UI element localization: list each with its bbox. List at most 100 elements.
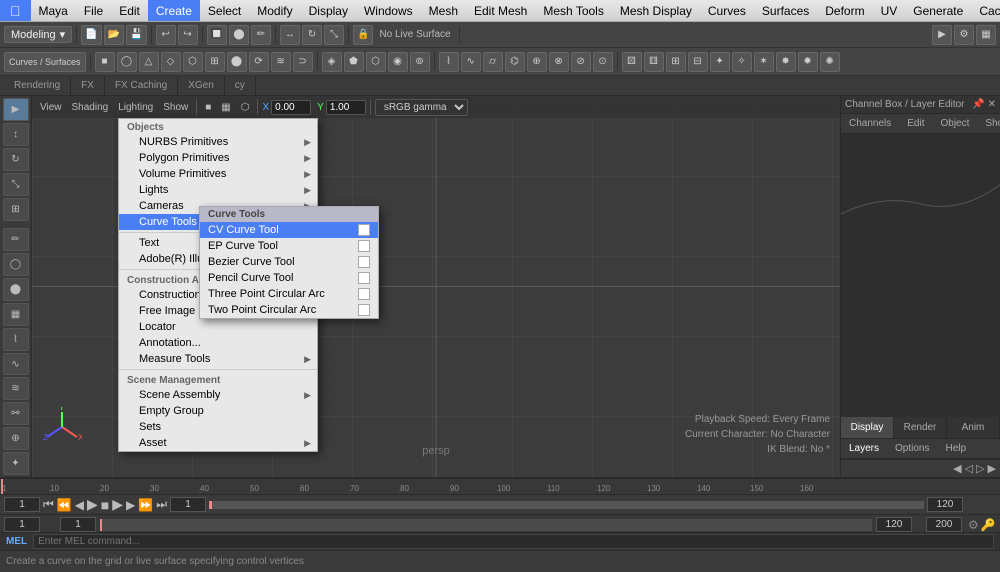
construction-plane-item[interactable]: Construction Plane (119, 287, 317, 303)
mesh-display-menu[interactable]: Mesh Display (612, 0, 700, 21)
vp-view-btn[interactable]: View (36, 102, 66, 113)
tab-cy[interactable]: cy (225, 76, 256, 95)
vp-cam-btn[interactable]: ■ (201, 102, 215, 113)
nurbs-btn-2[interactable]: ∿ (461, 52, 481, 72)
shape-btn-1[interactable]: ■ (95, 52, 115, 72)
vp-shading-btn[interactable]: Shading (68, 102, 113, 113)
tab-fx-caching[interactable]: FX Caching (105, 76, 178, 95)
current-frame-input[interactable] (4, 497, 40, 512)
curves-tab-btn[interactable]: Curves / Surfaces (4, 52, 86, 72)
lasso-btn[interactable]: ⬤ (229, 25, 249, 45)
help-subtab[interactable]: Help (937, 439, 974, 458)
range-end-input[interactable] (927, 497, 963, 512)
select-tool-btn[interactable]: ▶ (3, 98, 29, 121)
next-frame-btn[interactable]: ⏩ (138, 498, 153, 512)
polygon-primitives-item[interactable]: Polygon Primitives (119, 150, 317, 166)
anim-tab[interactable]: Anim (947, 417, 1000, 438)
nav-left2-icon[interactable]: ◁ (965, 462, 973, 475)
poly-btn-4[interactable]: ◉ (388, 52, 408, 72)
nav-right2-icon[interactable]: ▶ (988, 462, 996, 475)
locator-item[interactable]: Locator (119, 319, 317, 335)
generate-menu[interactable]: Generate (905, 0, 971, 21)
tab-fx[interactable]: FX (71, 76, 105, 95)
alt-end-input[interactable] (926, 517, 962, 532)
panel-close-icon[interactable]: ✕ (988, 99, 996, 110)
render-tab[interactable]: Render (894, 417, 947, 438)
extra-btn-9[interactable]: ✹ (798, 52, 818, 72)
redo-btn[interactable]: ↪ (178, 25, 198, 45)
shape-btn-10[interactable]: ⊃ (293, 52, 313, 72)
curve-tools-item[interactable]: Curve Tools (119, 214, 317, 230)
extra-btn-8[interactable]: ✸ (776, 52, 796, 72)
layout-btn[interactable]: ▦ (976, 25, 996, 45)
y-input[interactable] (326, 100, 366, 115)
tab-xgen[interactable]: XGen (178, 76, 225, 95)
text-item[interactable]: Text (119, 235, 317, 251)
free-image-plane-item[interactable]: Free Image Plane (119, 303, 317, 319)
mode-dropdown[interactable]: Modeling ▾ (4, 26, 72, 43)
scale-tool-btn[interactable]: ⤡ (3, 173, 29, 196)
frame-val-input[interactable] (4, 517, 40, 532)
tab-rendering[interactable]: Rendering (4, 76, 71, 95)
shape-btn-4[interactable]: ◇ (161, 52, 181, 72)
channels-tab[interactable]: Channels (841, 114, 899, 133)
tl-anim-icon[interactable]: 🔑 (981, 518, 996, 532)
nurbs-btn-1[interactable]: ⌇ (439, 52, 459, 72)
shape-btn-9[interactable]: ≋ (271, 52, 291, 72)
poly-btn-2[interactable]: ⬟ (344, 52, 364, 72)
sets-item[interactable]: Sets (119, 419, 317, 435)
deform-btn[interactable]: ⌇ (3, 328, 29, 351)
vp-cam3-btn[interactable]: ⬡ (237, 102, 254, 113)
nav-right-icon[interactable]: ▷ (976, 462, 984, 475)
blend-btn[interactable]: ≋ (3, 377, 29, 400)
volume-primitives-item[interactable]: Volume Primitives (119, 166, 317, 182)
apple-menu[interactable]:  (0, 0, 31, 21)
end-frame-input[interactable] (876, 517, 912, 532)
annotation-item[interactable]: Annotation... (119, 335, 317, 351)
cache-menu[interactable]: Cache (971, 0, 1000, 21)
lattice-btn[interactable]: ▦ (3, 303, 29, 326)
options-btn[interactable]: ⚙ (954, 25, 974, 45)
mesh-menu[interactable]: Mesh (421, 0, 466, 21)
vp-lighting-btn[interactable]: Lighting (114, 102, 157, 113)
display-tab[interactable]: Display (841, 417, 894, 438)
nurbs-btn-8[interactable]: ⊙ (593, 52, 613, 72)
extra-btn-1[interactable]: ⚄ (622, 52, 642, 72)
paint-select-btn[interactable]: ✏ (3, 228, 29, 251)
scale-btn[interactable]: ⤡ (324, 25, 344, 45)
lights-item[interactable]: Lights (119, 182, 317, 198)
extra-btn-7[interactable]: ✶ (754, 52, 774, 72)
next-key-btn[interactable]: ▶ (126, 498, 135, 512)
poly-btn-3[interactable]: ⬡ (366, 52, 386, 72)
uv-menu[interactable]: UV (873, 0, 906, 21)
move-btn[interactable]: ↔ (280, 25, 300, 45)
render-btn[interactable]: ▶ (932, 25, 952, 45)
edit-menu[interactable]: Edit (111, 0, 148, 21)
new-scene-btn[interactable]: 📄 (81, 25, 101, 45)
empty-group-item[interactable]: Empty Group (119, 403, 317, 419)
nurbs-btn-3[interactable]: ⌭ (483, 52, 503, 72)
shape-btn-5[interactable]: ⬡ (183, 52, 203, 72)
display-menu[interactable]: Display (301, 0, 356, 21)
vp-show-btn[interactable]: Show (159, 102, 192, 113)
extra-btn-4[interactable]: ⊟ (688, 52, 708, 72)
nurbs-btn-4[interactable]: ⌬ (505, 52, 525, 72)
extra-btn-5[interactable]: ✦ (710, 52, 730, 72)
nav-left-icon[interactable]: ◀ (953, 462, 961, 475)
prev-frame-btn[interactable]: ⏪ (57, 498, 72, 512)
key-input[interactable] (60, 517, 96, 532)
wrap-btn[interactable]: ⊕ (3, 427, 29, 450)
curves-menu[interactable]: Curves (700, 0, 754, 21)
nonlinear-btn[interactable]: ∿ (3, 353, 29, 376)
vp-cam2-btn[interactable]: ▦ (217, 102, 234, 113)
illustrator-item[interactable]: Adobe(R) Illustrator(R) Object... (119, 251, 317, 267)
prev-key-btn[interactable]: ◀ (75, 498, 84, 512)
snap-btn[interactable]: 🔒 (353, 25, 373, 45)
edit-mesh-menu[interactable]: Edit Mesh (466, 0, 535, 21)
nurbs-btn-5[interactable]: ⊕ (527, 52, 547, 72)
stop-btn[interactable]: ■ (101, 497, 109, 513)
maya-menu[interactable]: Maya (31, 0, 76, 21)
mesh-tools-menu[interactable]: Mesh Tools (535, 0, 611, 21)
wire-btn[interactable]: ⚯ (3, 402, 29, 425)
extra-btn-6[interactable]: ✧ (732, 52, 752, 72)
